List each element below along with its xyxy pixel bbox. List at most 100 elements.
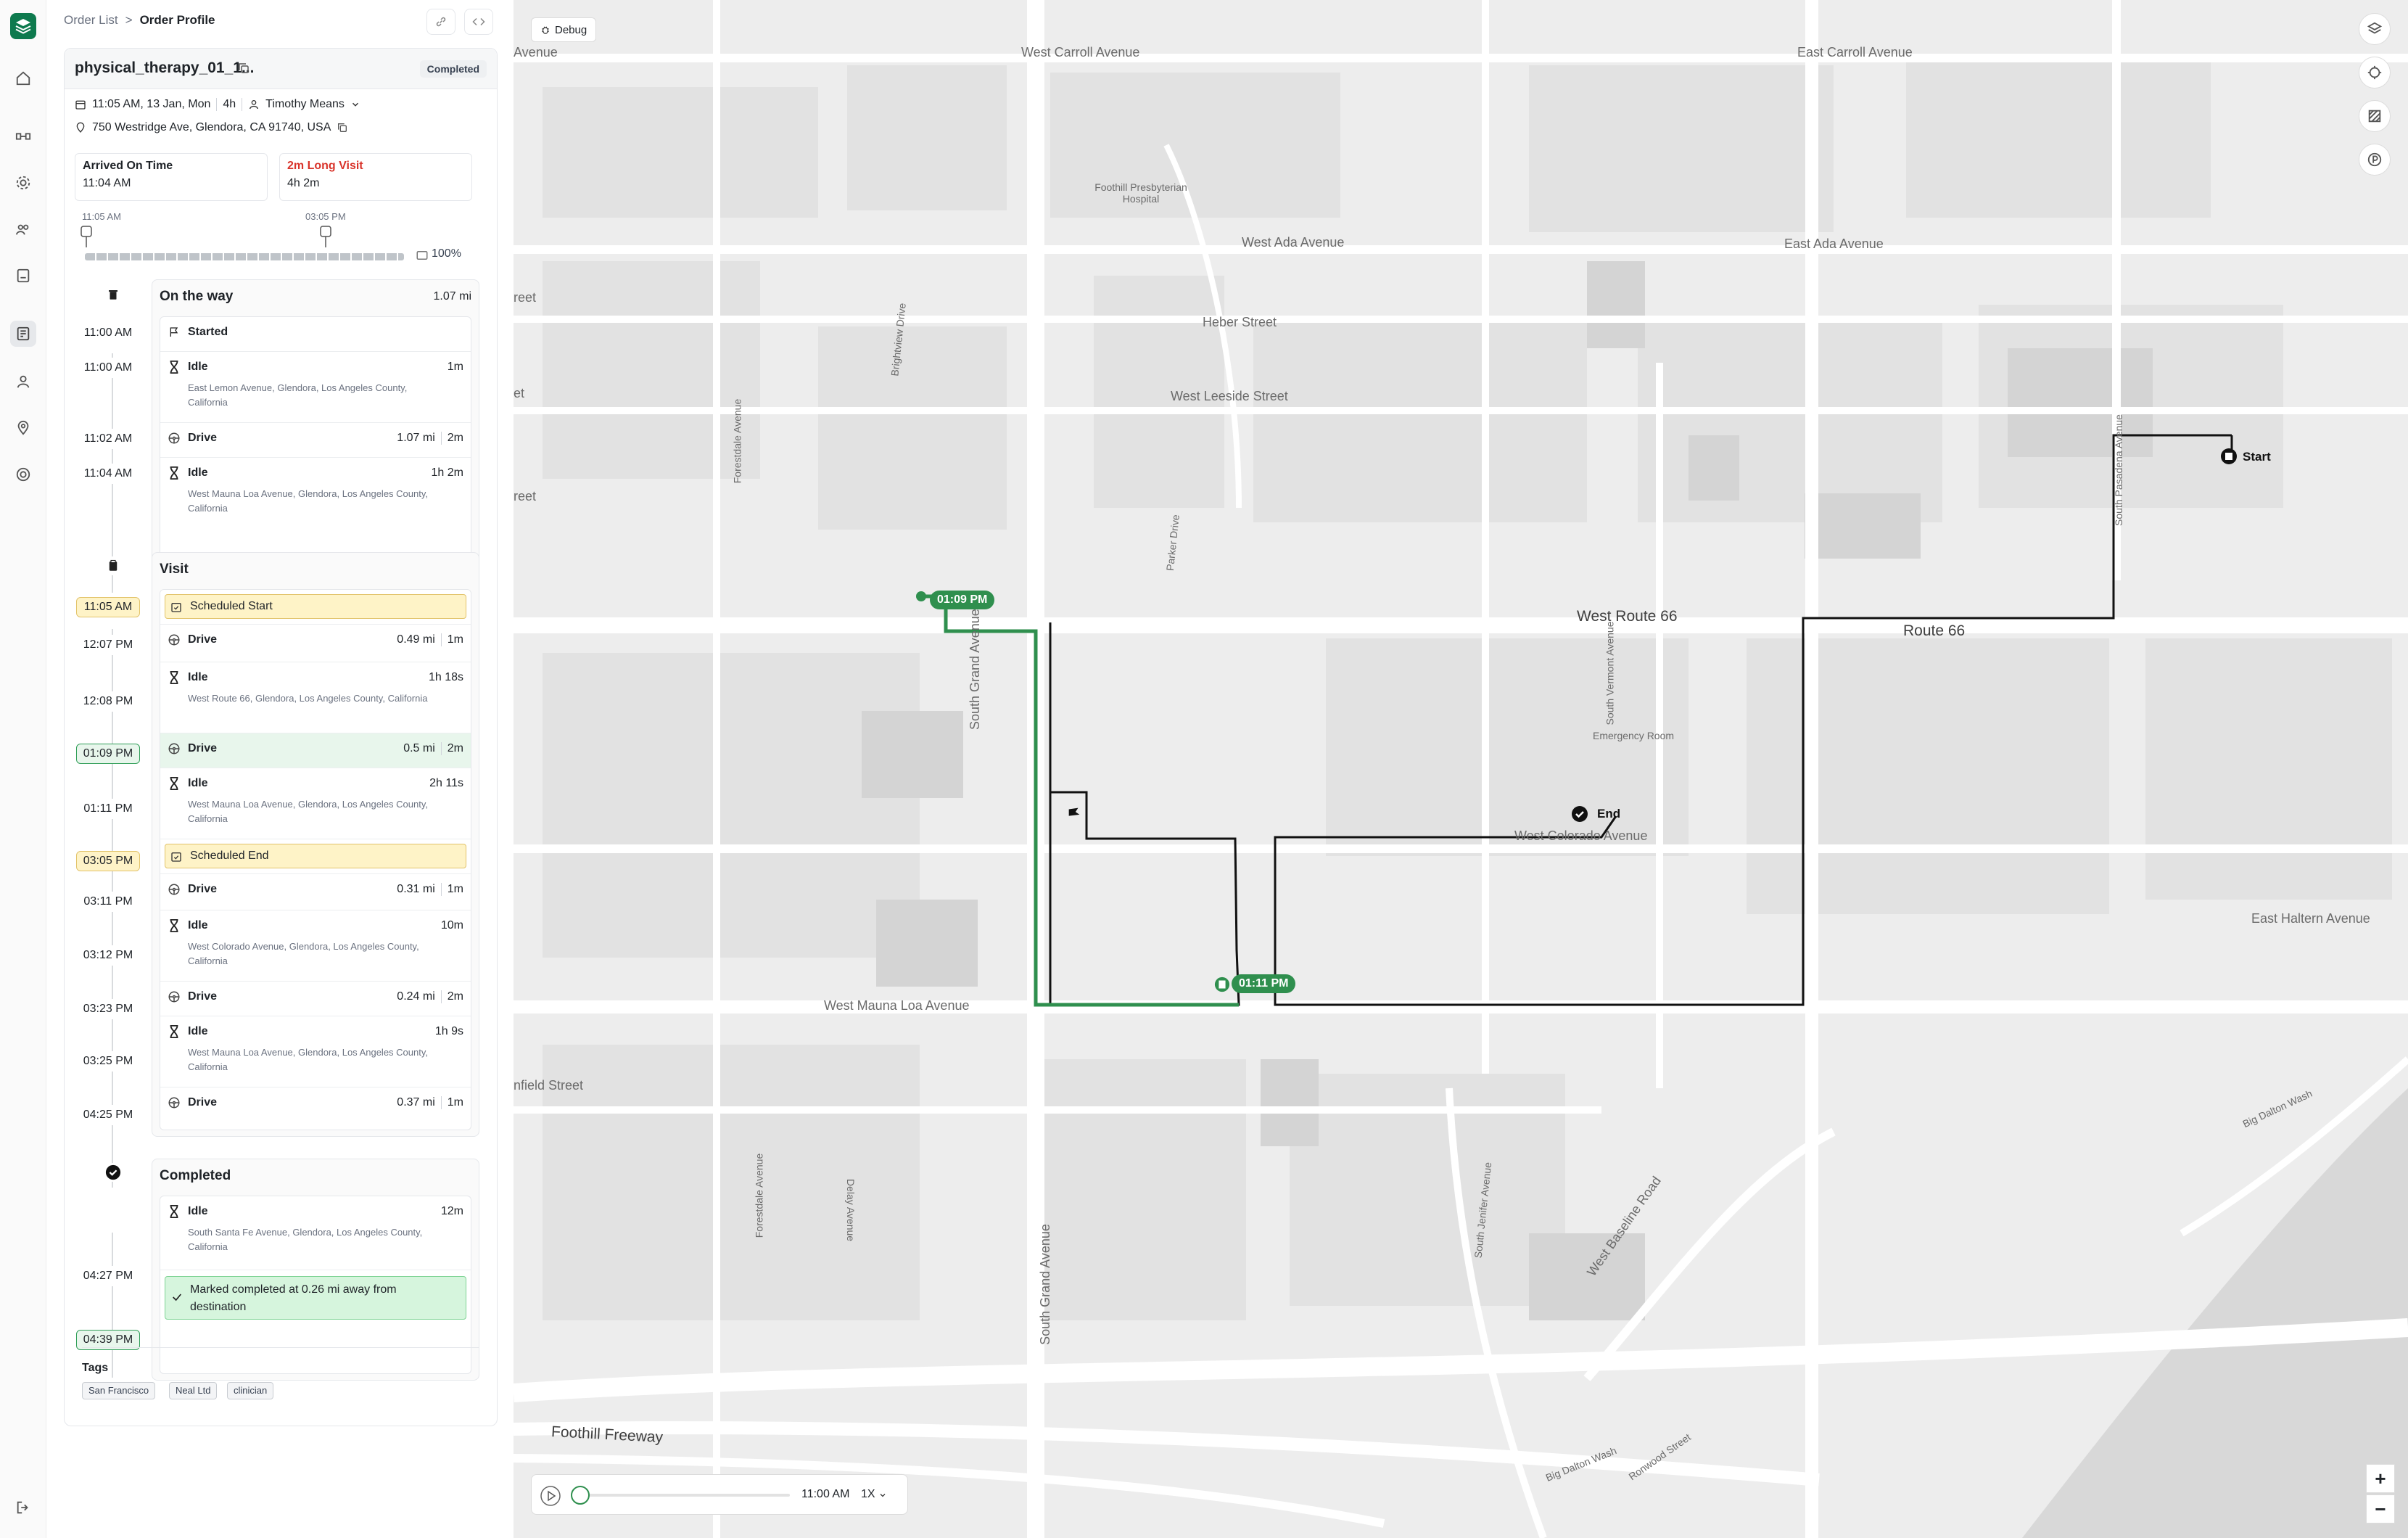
event-row-drive-active[interactable]: Drive 0.5 mi 2m bbox=[160, 733, 471, 768]
event-duration: 1h 2m bbox=[431, 466, 463, 479]
support-icon[interactable] bbox=[10, 461, 36, 488]
routes-icon[interactable] bbox=[10, 123, 36, 149]
street-label: nfield Street bbox=[514, 1078, 584, 1093]
event-address: West Mauna Loa Avenue, Glendora, Los Ang… bbox=[188, 799, 428, 824]
order-card: physical_therapy_01_1... Completed 11:05… bbox=[64, 48, 498, 1426]
flag-icon bbox=[168, 326, 181, 339]
event-row-idle[interactable]: Idle 1h 9s West Mauna Loa Avenue, Glendo… bbox=[160, 1016, 471, 1087]
event-label: Idle bbox=[188, 777, 208, 789]
play-icon[interactable] bbox=[540, 1486, 561, 1506]
event-row-idle[interactable]: Idle 1m East Lemon Avenue, Glendora, Los… bbox=[160, 352, 471, 423]
time-marker-tag[interactable]: 01:11 PM bbox=[1232, 974, 1296, 993]
event-row-started[interactable]: Started bbox=[160, 317, 471, 352]
event-label: Scheduled Start bbox=[190, 600, 273, 612]
layers-button[interactable] bbox=[2359, 13, 2391, 45]
visit-progress-bar bbox=[85, 253, 404, 260]
event-time: 11:02 AM bbox=[76, 429, 140, 449]
street-label: East Ada Avenue bbox=[1784, 237, 1884, 251]
app-logo[interactable] bbox=[10, 13, 36, 39]
chevron-down-icon[interactable] bbox=[350, 99, 360, 110]
checkmark-icon bbox=[173, 1294, 181, 1301]
section-title: Visit bbox=[160, 562, 189, 577]
event-row-idle[interactable]: Idle 1h 18s West Route 66, Glendora, Los… bbox=[160, 662, 471, 733]
copy-link-button[interactable] bbox=[426, 9, 455, 35]
map-roads bbox=[514, 0, 2408, 1538]
zoom-in-button[interactable]: + bbox=[2366, 1464, 2395, 1493]
event-label: Drive bbox=[188, 883, 218, 895]
event-row-idle[interactable]: Idle 2h 11s West Mauna Loa Avenue, Glend… bbox=[160, 768, 471, 839]
event-label: Drive bbox=[188, 633, 218, 646]
orders-icon[interactable] bbox=[10, 321, 36, 347]
tag-chip[interactable]: San Francisco bbox=[82, 1382, 156, 1399]
event-label: Idle bbox=[188, 1025, 208, 1037]
event-label: Idle bbox=[188, 361, 208, 373]
debug-label: Debug bbox=[555, 23, 587, 36]
tag-chip[interactable]: Neal Ltd bbox=[169, 1382, 218, 1399]
person-icon bbox=[250, 100, 259, 110]
event-row-idle[interactable]: Idle 1h 2m West Mauna Loa Avenue, Glendo… bbox=[160, 458, 471, 529]
street-label: Route 66 bbox=[1903, 622, 1966, 639]
event-row-idle[interactable]: Idle 12m South Santa Fe Avenue, Glendora… bbox=[160, 1196, 471, 1270]
playback-time: 11:00 AM bbox=[801, 1488, 850, 1500]
event-label: Idle bbox=[188, 919, 208, 932]
logo-icon bbox=[15, 19, 31, 34]
event-time: 03:11 PM bbox=[76, 892, 140, 912]
steering-wheel-icon bbox=[168, 432, 181, 445]
breadcrumb-parent[interactable]: Order List bbox=[64, 13, 118, 27]
tag-chip[interactable]: clinician bbox=[227, 1382, 274, 1399]
calendar-check-icon bbox=[170, 601, 183, 614]
copy-address-icon[interactable] bbox=[337, 122, 348, 133]
event-label: Idle bbox=[188, 466, 208, 479]
street-label: West Route 66 bbox=[1577, 608, 1678, 625]
zoom-out-button[interactable]: − bbox=[2366, 1494, 2395, 1523]
debug-button[interactable]: Debug bbox=[531, 17, 597, 42]
event-row-drive[interactable]: Drive 0.24 mi 2m bbox=[160, 982, 471, 1016]
settings-gear-icon[interactable] bbox=[10, 170, 36, 196]
playback-speed[interactable]: 1X bbox=[861, 1488, 875, 1501]
users-icon[interactable] bbox=[10, 369, 36, 395]
event-row-drive[interactable]: Drive 0.37 mi 1m bbox=[160, 1087, 471, 1130]
event-row-marked-completed[interactable]: Marked completed at 0.26 mi away from de… bbox=[160, 1270, 471, 1373]
location-pin-icon[interactable] bbox=[10, 415, 36, 441]
event-row-drive[interactable]: Drive 1.07 mi 2m bbox=[160, 423, 471, 458]
code-view-button[interactable] bbox=[464, 9, 493, 35]
event-row-idle[interactable]: Idle 10m West Colorado Avenue, Glendora,… bbox=[160, 910, 471, 982]
event-row-scheduled-start[interactable]: Scheduled Start bbox=[160, 590, 471, 625]
event-row-scheduled-end[interactable]: Scheduled End bbox=[160, 839, 471, 874]
reports-icon[interactable] bbox=[10, 263, 36, 289]
event-address: West Mauna Loa Avenue, Glendora, Los Ang… bbox=[188, 1047, 428, 1072]
event-time-scheduled: 03:05 PM bbox=[76, 851, 140, 871]
assignee-name[interactable]: Timothy Means bbox=[265, 98, 345, 111]
playback-track[interactable] bbox=[580, 1494, 790, 1497]
team-icon[interactable] bbox=[10, 216, 36, 242]
chevron-down-icon[interactable] bbox=[878, 1491, 887, 1500]
event-label: Scheduled End bbox=[190, 850, 269, 862]
time-marker-tag[interactable]: 01:09 PM bbox=[930, 591, 995, 609]
recenter-button[interactable] bbox=[2359, 57, 2391, 89]
pattern-toggle-button[interactable] bbox=[2359, 100, 2391, 132]
crosshair-icon bbox=[2367, 65, 2382, 80]
poi-label: Emergency Room bbox=[1593, 730, 1675, 741]
status-badge: Completed bbox=[419, 60, 487, 78]
event-row-drive[interactable]: Drive 0.49 mi 1m bbox=[160, 625, 471, 662]
street-label: West Leeside Street bbox=[1171, 389, 1288, 403]
logout-icon[interactable] bbox=[10, 1494, 36, 1521]
steering-wheel-icon bbox=[168, 990, 181, 1003]
event-list: Scheduled Start Drive 0.49 mi 1m Idle 1h … bbox=[160, 589, 471, 1130]
street-label: Avenue bbox=[514, 45, 558, 59]
breadcrumb-current: Order Profile bbox=[139, 13, 215, 27]
copy-icon[interactable] bbox=[237, 62, 250, 75]
parking-icon bbox=[2367, 152, 2382, 167]
event-row-drive[interactable]: Drive 0.31 mi 1m bbox=[160, 874, 471, 910]
home-icon[interactable] bbox=[10, 65, 36, 91]
visit-marker-icon bbox=[1214, 976, 1230, 992]
street-label: South Pasadena Avenue bbox=[2112, 414, 2124, 526]
steering-wheel-icon bbox=[168, 1096, 181, 1109]
playback-knob[interactable] bbox=[571, 1486, 590, 1505]
parking-toggle-button[interactable] bbox=[2359, 144, 2391, 176]
order-name: physical_therapy_01_1... bbox=[75, 59, 255, 76]
event-time-scheduled: 11:05 AM bbox=[76, 597, 140, 617]
arrival-value: 11:04 AM bbox=[83, 177, 131, 189]
route-map[interactable]: Avenue West Carroll Avenue East Carroll … bbox=[514, 0, 2408, 1538]
timeline-start-label: 11:05 AM bbox=[82, 211, 121, 222]
